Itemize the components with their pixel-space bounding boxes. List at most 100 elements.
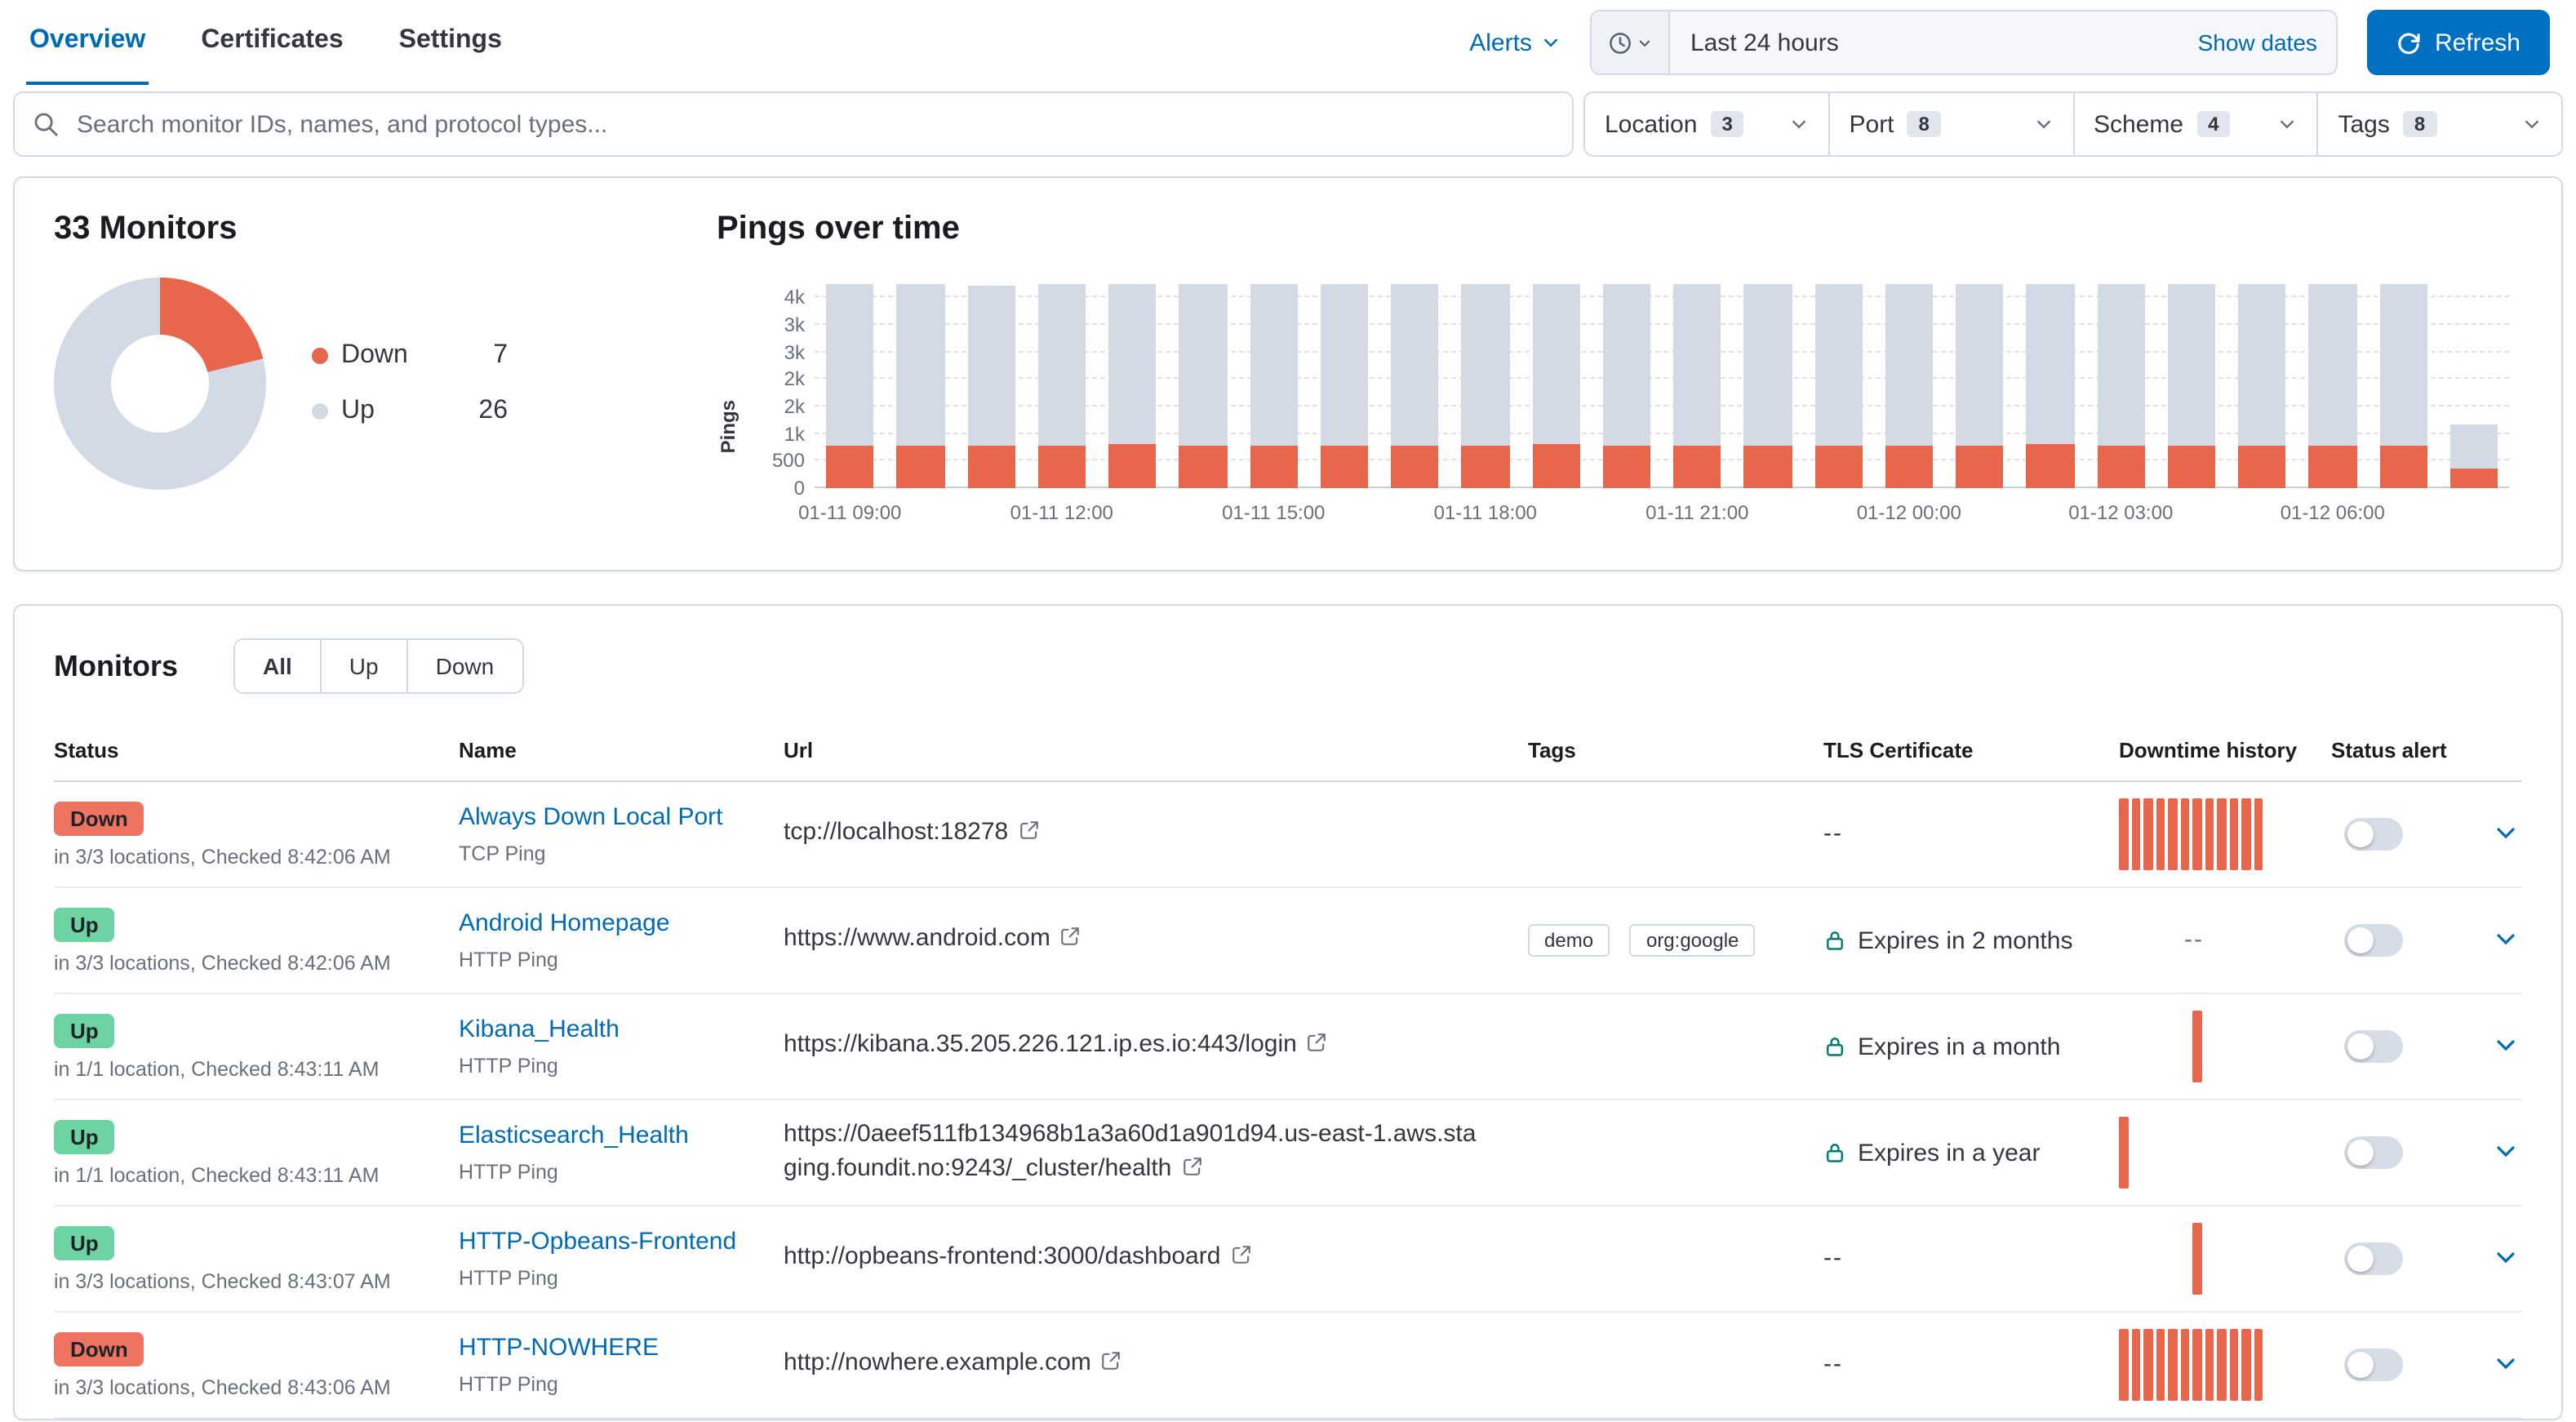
refresh-button[interactable]: Refresh <box>2368 10 2550 75</box>
filter-label: Scheme <box>2094 110 2183 138</box>
expand-row-button[interactable] <box>2486 1131 2525 1175</box>
snapshot-panel: 33 Monitors Down 7 Up 26 <box>13 176 2563 571</box>
filter-count-badge: 4 <box>2196 111 2230 137</box>
time-quick-select-button[interactable] <box>1592 11 1671 73</box>
up-legend-dot <box>312 403 328 420</box>
expand-row-button[interactable] <box>2486 1024 2525 1069</box>
status-alert-toggle[interactable] <box>2344 1242 2403 1275</box>
external-link-icon[interactable] <box>1101 1349 1122 1383</box>
status-alert-toggle[interactable] <box>2344 1136 2403 1169</box>
external-link-icon[interactable] <box>1230 1243 1251 1277</box>
pings-x-axis: 01-11 09:0001-11 12:0001-11 15:0001-11 1… <box>815 501 2509 531</box>
show-dates-button[interactable]: Show dates <box>2198 29 2317 56</box>
tag-badge[interactable]: demo <box>1528 924 1610 957</box>
status-filter-up[interactable]: Up <box>320 640 406 692</box>
refresh-label: Refresh <box>2435 29 2520 56</box>
toggle-knob <box>2347 927 2374 953</box>
tab-certificates[interactable]: Certificates <box>198 0 346 85</box>
pings-chart-title: Pings over time <box>717 211 2522 248</box>
status-alert-toggle[interactable] <box>2344 1030 2403 1063</box>
chevron-down-icon <box>2522 114 2542 134</box>
expand-row-button[interactable] <box>2486 1343 2525 1387</box>
tag-badge[interactable]: org:google <box>1630 924 1755 957</box>
date-range-button[interactable]: Last 24 hours Show dates <box>1671 11 2337 73</box>
chevron-down-icon <box>2493 1137 2519 1163</box>
status-badge: Up <box>54 1225 115 1260</box>
snapshot-legend: Down 7 Up 26 <box>312 278 508 490</box>
monitor-name-link[interactable]: Always Down Local Port <box>459 803 722 831</box>
toggle-knob <box>2347 1352 2374 1378</box>
external-link-icon[interactable] <box>1307 1031 1328 1064</box>
monitor-url: http://nowhere.example.com <box>784 1349 1091 1377</box>
chevron-down-icon <box>2278 114 2298 134</box>
tls-value: -- <box>1823 820 1843 847</box>
search-input[interactable] <box>13 91 1574 157</box>
monitors-title: Monitors <box>54 649 178 683</box>
toggle-knob <box>2347 1033 2374 1060</box>
monitor-name-link[interactable]: Elasticsearch_Health <box>459 1122 689 1149</box>
external-link-icon[interactable] <box>1060 925 1081 958</box>
filter-label: Location <box>1605 110 1697 138</box>
filter-scheme[interactable]: Scheme 4 <box>2072 93 2317 155</box>
lock-icon <box>1823 1141 1846 1164</box>
tab-settings[interactable]: Settings <box>396 0 505 85</box>
down-legend-label: Down <box>341 341 408 371</box>
status-alert-toggle[interactable] <box>2344 1349 2403 1381</box>
status-filter-down[interactable]: Down <box>406 640 522 692</box>
downtime-history-chart <box>2119 1117 2263 1189</box>
external-link-icon[interactable] <box>1181 1153 1202 1187</box>
expand-row-button[interactable] <box>2486 812 2525 856</box>
pings-y-axis-label: Pings <box>717 361 739 453</box>
status-alert-toggle[interactable] <box>2344 924 2403 957</box>
status-filter-group: All Up Down <box>233 638 523 694</box>
table-row: Up in 1/1 location, Checked 8:43:11 AM K… <box>54 994 2522 1100</box>
monitor-name-link[interactable]: Kibana_Health <box>459 1015 620 1043</box>
status-badge: Up <box>54 907 115 941</box>
monitor-name-link[interactable]: HTTP-NOWHERE <box>459 1334 659 1362</box>
tab-overview[interactable]: Overview <box>26 0 149 85</box>
alerts-label: Alerts <box>1469 29 1532 56</box>
chevron-down-icon <box>1638 35 1653 50</box>
monitor-type: HTTP Ping <box>459 1267 761 1290</box>
search-icon <box>33 111 59 137</box>
lock-icon <box>1823 1035 1846 1058</box>
external-link-icon[interactable] <box>1018 819 1039 852</box>
monitor-url: https://0aeef511fb134968b1a3a60d1a901d94… <box>784 1121 1476 1182</box>
monitor-type: HTTP Ping <box>459 1373 761 1396</box>
tls-value: Expires in a year <box>1858 1139 2040 1166</box>
down-count: 7 <box>493 341 508 371</box>
tls-value: -- <box>1823 1350 1843 1378</box>
chevron-down-icon <box>2033 114 2053 134</box>
snapshot-donut-chart <box>54 278 266 490</box>
monitor-url: https://kibana.35.205.226.121.ip.es.io:4… <box>784 1031 1297 1059</box>
monitor-url: http://opbeans-frontend:3000/dashboard <box>784 1243 1220 1271</box>
status-badge: Up <box>54 1013 115 1047</box>
chevron-down-icon <box>2493 1349 2519 1375</box>
filter-location[interactable]: Location 3 <box>1585 93 1828 155</box>
column-header-status: Status <box>54 738 459 762</box>
downtime-history-chart <box>2119 1011 2263 1082</box>
expand-row-button[interactable] <box>2486 1237 2525 1281</box>
status-filter-all[interactable]: All <box>235 640 320 692</box>
column-header-name: Name <box>459 738 784 762</box>
filter-count-badge: 3 <box>1710 111 1743 137</box>
column-header-tls: TLS Certificate <box>1823 738 2119 762</box>
monitor-name-link[interactable]: HTTP-Opbeans-Frontend <box>459 1228 736 1255</box>
downtime-history-chart <box>2119 1223 2263 1295</box>
monitor-url: tcp://localhost:18278 <box>784 819 1008 847</box>
monitor-type: HTTP Ping <box>459 1055 761 1078</box>
search-box <box>13 91 1574 157</box>
table-row: Up in 1/1 location, Checked 8:43:11 AM E… <box>54 1100 2522 1206</box>
filter-port[interactable]: Port 8 <box>1828 93 2073 155</box>
filter-group: Location 3 Port 8 Scheme 4 Tags 8 <box>1583 91 2563 157</box>
pings-plot: 05001k2k2k3k3k4k <box>815 284 2509 488</box>
monitor-name-link[interactable]: Android Homepage <box>459 909 670 937</box>
expand-row-button[interactable] <box>2486 918 2525 962</box>
alerts-dropdown-button[interactable]: Alerts <box>1469 29 1561 56</box>
monitor-type: HTTP Ping <box>459 949 761 971</box>
monitor-type: TCP Ping <box>459 842 761 865</box>
status-alert-toggle[interactable] <box>2344 818 2403 851</box>
filter-tags[interactable]: Tags 8 <box>2317 93 2562 155</box>
downtime-history-chart <box>2119 1329 2263 1401</box>
chevron-down-icon <box>2493 1031 2519 1057</box>
